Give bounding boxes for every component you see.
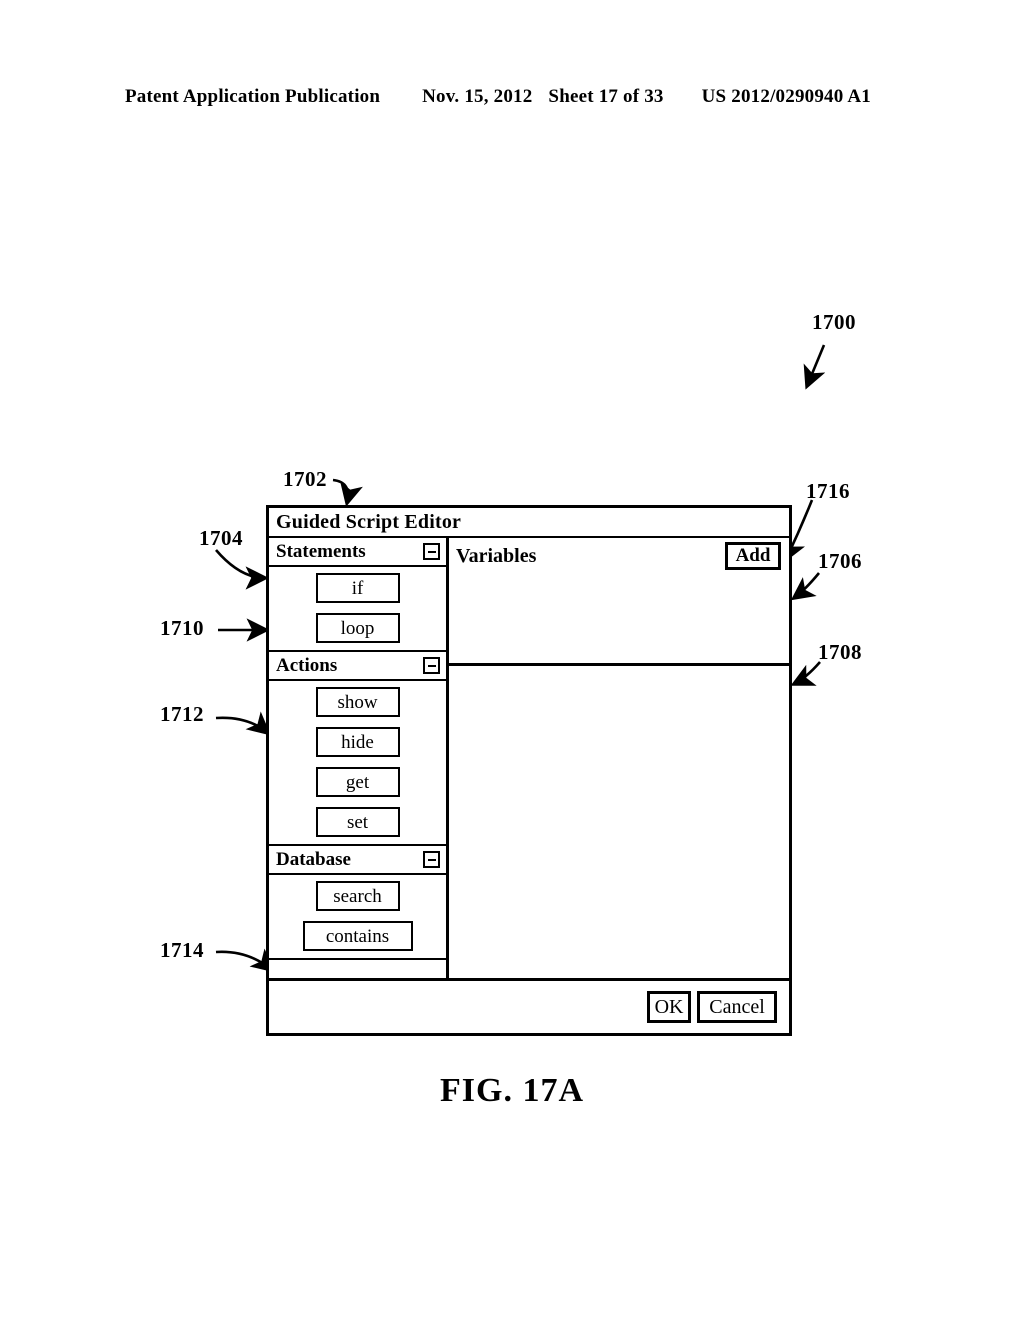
section-items-statements: if loop: [269, 567, 446, 652]
section-items-actions: show hide get set: [269, 681, 446, 846]
section-header-statements[interactable]: Statements: [269, 538, 446, 567]
palette-item-search[interactable]: search: [315, 881, 400, 911]
minus-box-icon[interactable]: [423, 657, 440, 674]
section-header-actions[interactable]: Actions: [269, 652, 446, 681]
reference-numeral-1712: 1712: [160, 702, 204, 726]
palette-item-set[interactable]: set: [315, 807, 400, 837]
reference-numeral-1702: 1702: [283, 467, 327, 491]
minus-box-icon[interactable]: [423, 543, 440, 560]
dialog-body: Statements if loop Actions show hide get…: [269, 538, 789, 978]
script-canvas-pane[interactable]: [449, 666, 789, 978]
variables-title: Variables: [456, 544, 537, 567]
reference-numeral-1716: 1716: [806, 479, 850, 503]
section-items-database: search contains: [269, 875, 446, 960]
dialog-footer: OK Cancel: [269, 978, 789, 1033]
patent-header: Patent Application Publication Nov. 15, …: [125, 86, 900, 108]
section-header-database[interactable]: Database: [269, 846, 446, 875]
variables-header: Variables Add: [449, 538, 789, 574]
publication-label: Patent Application Publication: [125, 86, 381, 107]
reference-numeral-1710: 1710: [160, 616, 204, 640]
section-title-statements: Statements: [276, 540, 366, 562]
reference-numeral-1704: 1704: [199, 526, 243, 550]
palette-empty-space: [269, 960, 446, 978]
dialog-titlebar: Guided Script Editor: [269, 508, 789, 538]
minus-box-icon[interactable]: [423, 851, 440, 868]
sheet-number: Sheet 17 of 33: [548, 86, 664, 107]
add-variable-button[interactable]: Add: [725, 542, 781, 570]
section-title-database: Database: [276, 848, 351, 870]
reference-numeral-1714: 1714: [160, 938, 204, 962]
palette-item-get[interactable]: get: [315, 767, 400, 797]
dialog-title: Guided Script Editor: [276, 510, 462, 533]
variables-panel: Variables Add: [449, 538, 789, 978]
cancel-button[interactable]: Cancel: [697, 991, 777, 1023]
palette-item-loop[interactable]: loop: [315, 613, 400, 643]
patent-number: US 2012/0290940 A1: [701, 86, 871, 107]
reference-numeral-1700: 1700: [812, 310, 856, 334]
palette-panel: Statements if loop Actions show hide get…: [269, 538, 449, 978]
guided-script-editor-dialog: Guided Script Editor Statements if loop …: [266, 505, 792, 1036]
publication-date: Nov. 15, 2012: [422, 86, 533, 107]
palette-item-if[interactable]: if: [315, 573, 400, 603]
figure-caption: FIG. 17A: [440, 1072, 584, 1109]
reference-numeral-1706: 1706: [818, 549, 862, 573]
section-title-actions: Actions: [276, 654, 338, 676]
palette-item-contains[interactable]: contains: [302, 921, 413, 951]
reference-numeral-1708: 1708: [818, 640, 862, 664]
palette-item-hide[interactable]: hide: [315, 727, 400, 757]
variables-list-pane[interactable]: [449, 574, 789, 666]
ok-button[interactable]: OK: [647, 991, 691, 1023]
palette-item-show[interactable]: show: [315, 687, 400, 717]
